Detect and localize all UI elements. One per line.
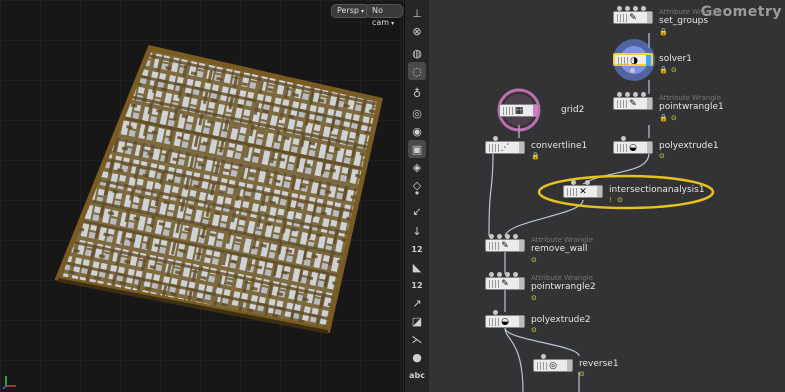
polyextrude-icon: ◒ [501,317,509,327]
light-icon[interactable]: ◌ [408,62,426,80]
display-icon[interactable]: ◎ [408,104,426,122]
node-name: pointwrangle2 [531,282,596,292]
display-flag[interactable] [519,316,524,327]
wrangle-icon: ✎ [629,99,637,109]
reverse-icon: ◎ [549,361,557,371]
display-flag[interactable] [533,105,538,116]
node-name: reverse1 [579,359,619,369]
wrangle-icon: ✎ [629,13,637,23]
globe-icon[interactable]: ◍ [408,44,426,62]
perspective-menu-button[interactable]: Persp ▾ [331,4,371,18]
chevron-down-icon: ▾ [391,20,395,27]
wrangle-icon: ✎ [501,241,509,251]
viewport-toolbar: ⊥ ⊗ ◍ ◌ ♁ ◎ ◉ ▣ ◈ ◇ • ↙ ↓ 12 ◣ 12 ↗ ◪ ⋋ ● abc [404,0,430,392]
edge-icon[interactable]: ↗ [408,294,426,312]
point-icon[interactable]: • [408,184,426,202]
node-tile[interactable]: ✎ [613,97,653,110]
lock-icon: 🔒 [531,152,540,160]
flag-indicator-icon: ⊙ [579,370,585,378]
node-name: polyextrude1 [659,141,719,151]
display-flag[interactable] [597,186,602,197]
node-type-label: Attribute Wrangle [531,236,594,244]
flag-indicator-icon: ⊙ [531,256,537,264]
node-name: convertline1 [531,141,588,151]
camera-menu-button[interactable]: No cam ▾ [366,4,403,27]
solver-icon: ◑ [630,56,638,66]
network-editor[interactable]: Geometry ✎ Attribute Wrangle set_groups … [429,0,785,392]
display-flag[interactable] [567,360,572,371]
camera-label: No cam [372,6,390,27]
flag-indicator-icon: ⊙ [531,294,537,302]
primitive-icon[interactable]: ◪ [408,312,426,330]
lock-icon: 🔒 [659,114,668,122]
scene-viewport[interactable]: Persp ▾ No cam ▾ [0,0,404,392]
node-tile[interactable]: ⋰ [485,141,525,154]
maze-geometry [54,45,383,334]
node-name: solver1 [659,54,692,64]
node-type-label: Attribute Wrangle [531,274,594,282]
flag-indicator-icon: ⊙ [671,114,677,122]
pin-icon[interactable]: ⊥ [408,4,426,22]
perspective-label: Persp [337,6,359,15]
display-flag[interactable] [646,55,651,66]
node-name: set_groups [659,16,709,26]
display-flag[interactable] [647,142,652,153]
node-name: grid2 [561,105,585,115]
close-icon[interactable]: ⊗ [408,22,426,40]
flag-indicator-icon: ⊙ [617,196,623,204]
display-flag[interactable] [519,240,524,251]
text-icon[interactable]: abc [408,366,426,384]
normal-icon[interactable]: ↙ [408,202,426,220]
warning-icon[interactable]: ! [609,196,612,204]
node-name: intersectionanalysis1 [609,185,705,195]
number-icon-2[interactable]: 12 [408,276,426,294]
node-name: remove_wall [531,244,588,254]
node-tile[interactable]: ◎ [533,359,573,372]
node-type-label: Attribute Wrangle [659,94,722,102]
node-tile[interactable]: ✎ [485,277,525,290]
flag-indicator-icon: ⊙ [671,66,677,74]
node-name: pointwrangle1 [659,102,724,112]
node-tile[interactable]: ✎ [613,11,653,24]
eye-icon[interactable]: ◈ [408,158,426,176]
node-tile[interactable]: ✎ [485,239,525,252]
node-name: polyextrude2 [531,315,591,325]
node-wires [488,33,715,392]
flag-indicator-icon: ⊙ [531,326,537,334]
node-tile[interactable]: ◑ [613,53,653,66]
paint-icon[interactable]: ◣ [408,258,426,276]
sphere-icon[interactable]: ● [408,348,426,366]
wrangle-icon: ✎ [501,279,509,289]
node-tile[interactable]: ◒ [485,315,525,328]
vertex-icon[interactable]: ↓ [408,222,426,240]
polyextrude-icon: ◒ [629,143,637,153]
camera-icon[interactable]: ◉ [408,122,426,140]
intersection-icon: ✕ [579,187,587,197]
lock-icon: 🔒 [659,66,668,74]
display-flag[interactable] [519,278,524,289]
node-tile[interactable]: ✕ [563,185,603,198]
chevron-down-icon: ▾ [361,8,365,15]
display-flag[interactable] [519,142,524,153]
node-type-label: Attribute Wrangle [659,8,722,16]
node-tile[interactable]: ◒ [613,141,653,154]
display-flag[interactable] [647,12,652,23]
node-tile[interactable]: ▦ [499,104,539,117]
number-icon[interactable]: 12 [408,240,426,258]
snapshot-icon[interactable]: ▣ [408,140,426,158]
wire-icon[interactable]: ⋋ [408,330,426,348]
grid-icon: ▦ [514,106,524,116]
axis-gizmo-icon [2,376,16,390]
lock-icon: 🔒 [659,28,668,36]
bulb-icon[interactable]: ♁ [408,84,426,102]
convertline-icon: ⋰ [500,143,510,153]
flag-indicator-icon: ⊙ [659,152,665,160]
display-flag[interactable] [647,98,652,109]
